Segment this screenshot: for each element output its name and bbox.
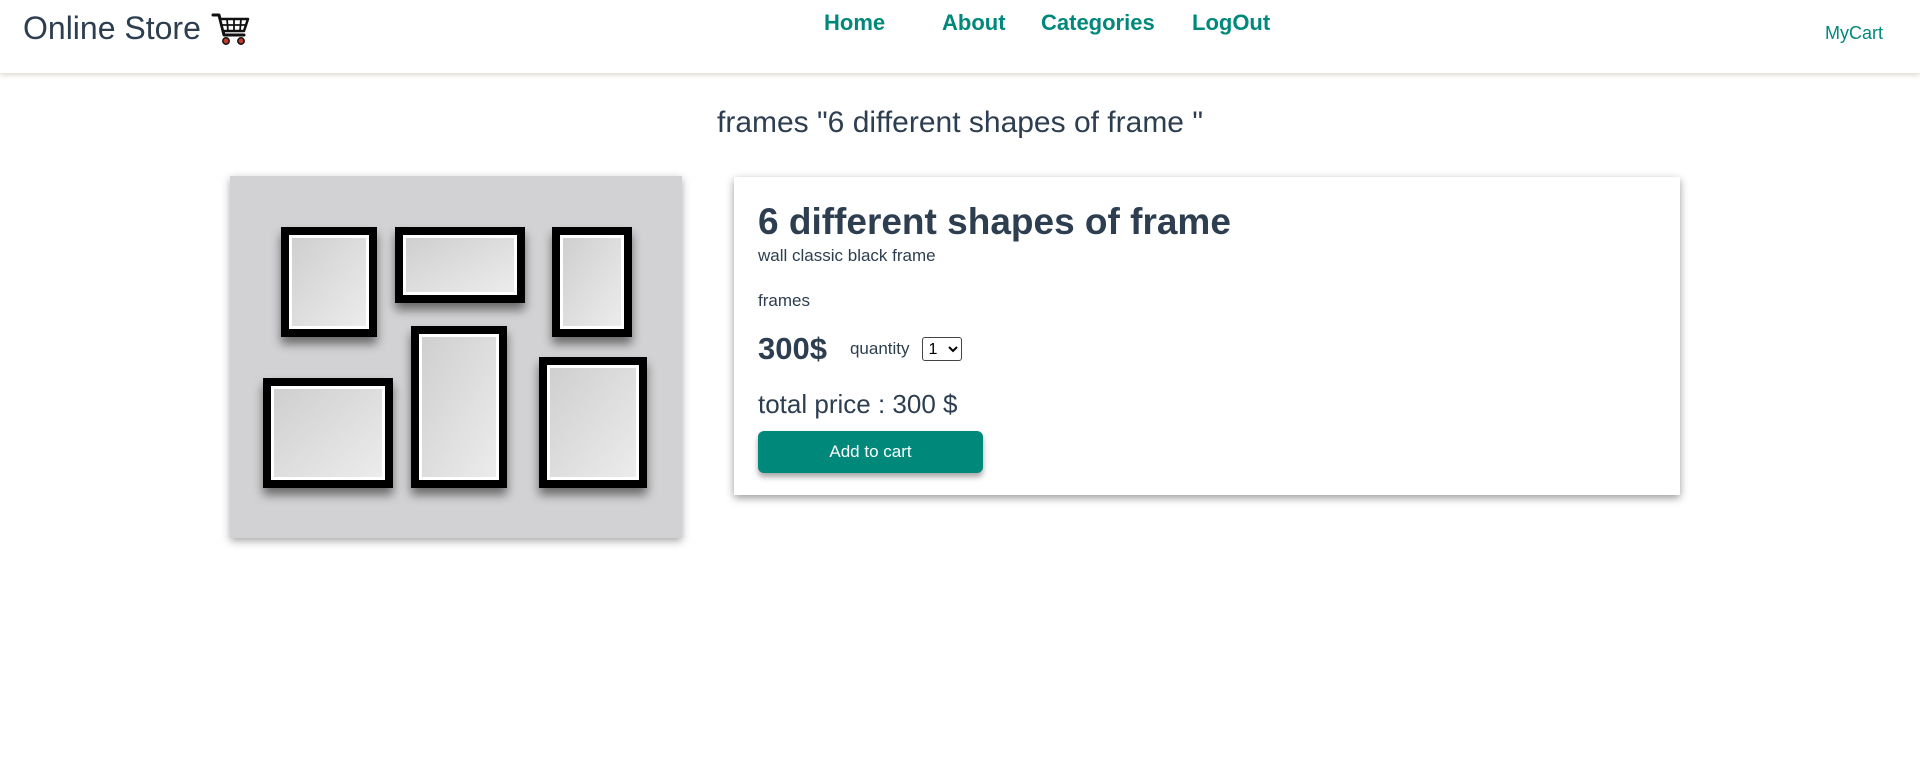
price-row: 300$ quantity 1 bbox=[758, 331, 962, 367]
product-description: wall classic black frame bbox=[758, 246, 936, 265]
nav-about-link[interactable]: About bbox=[942, 10, 1006, 36]
brand-logo[interactable]: Online Store bbox=[23, 10, 251, 47]
quantity-select[interactable]: 1 bbox=[921, 337, 962, 361]
nav-logout-link[interactable]: LogOut bbox=[1192, 10, 1270, 36]
total-price: total price : 300 $ bbox=[758, 389, 958, 419]
brand-name: Online Store bbox=[23, 10, 201, 46]
product-price: 300$ bbox=[758, 331, 827, 366]
product-category: frames bbox=[758, 291, 810, 310]
shopping-cart-icon bbox=[211, 11, 251, 47]
quantity-label: quantity bbox=[849, 339, 910, 358]
product-details-card: 6 different shapes of frame wall classic… bbox=[734, 177, 1680, 495]
nav-categories-link[interactable]: Categories bbox=[1041, 10, 1155, 36]
page-title: frames "6 different shapes of frame " bbox=[717, 106, 1203, 139]
top-navbar: Online Store Home About Categories LogOu… bbox=[0, 0, 1920, 73]
mycart-link[interactable]: MyCart bbox=[1825, 23, 1883, 44]
nav-home-link[interactable]: Home bbox=[824, 10, 885, 36]
add-to-cart-button[interactable]: Add to cart bbox=[758, 431, 983, 473]
product-image bbox=[230, 176, 682, 538]
product-name: 6 different shapes of frame bbox=[758, 201, 1231, 242]
